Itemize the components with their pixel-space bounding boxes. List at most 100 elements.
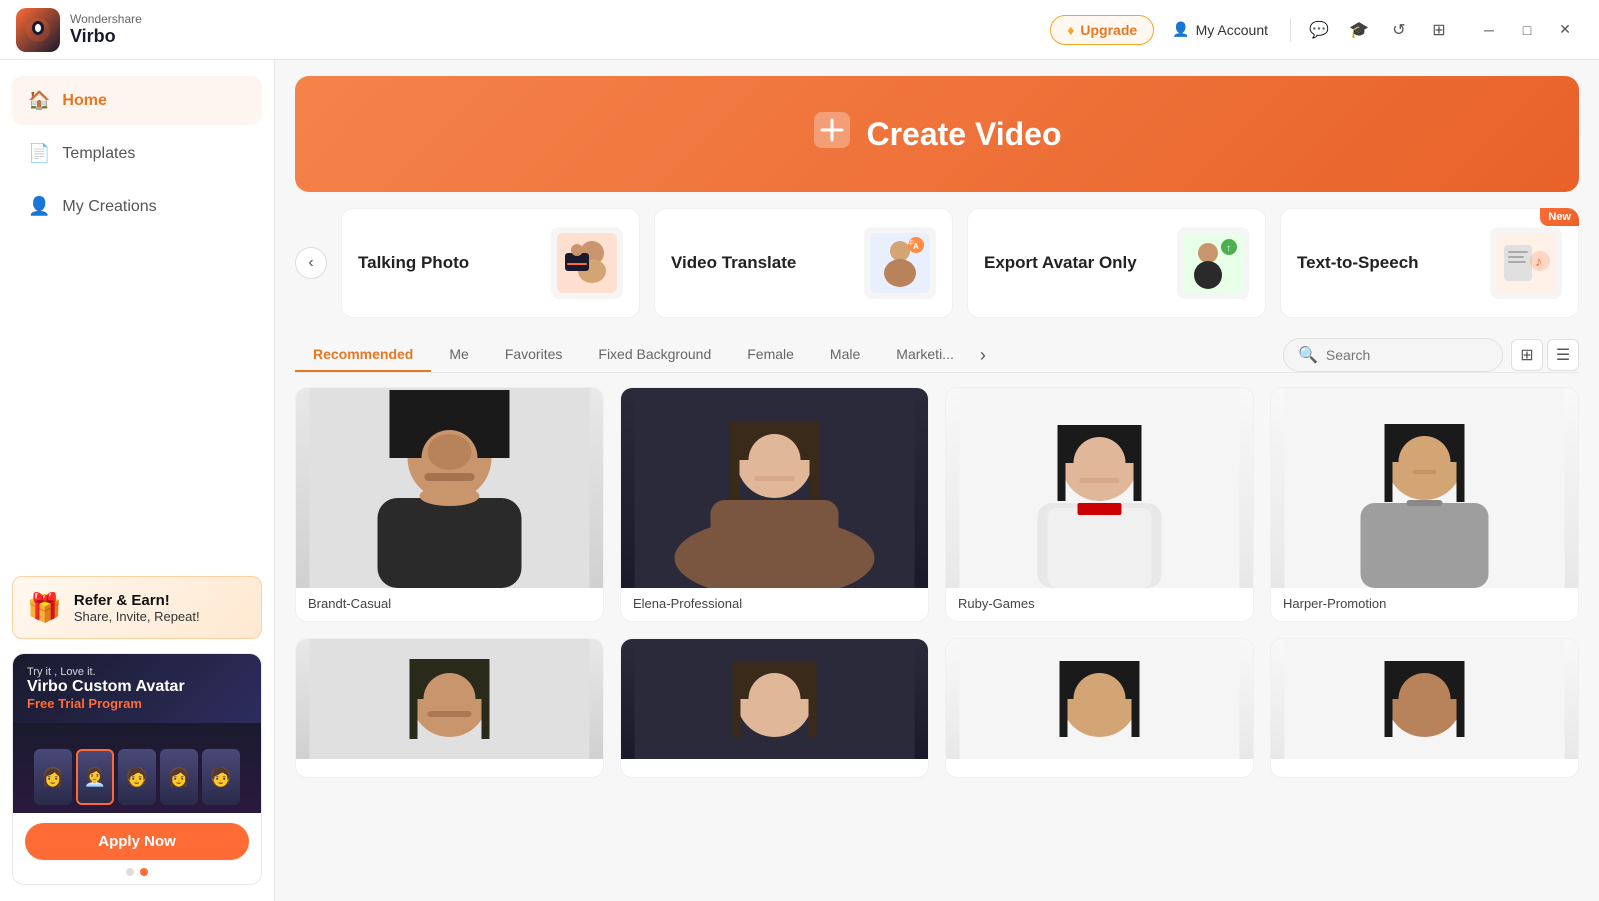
feature-card-talking-photo-text: Talking Photo xyxy=(358,252,539,274)
feature-card-video-translate[interactable]: Video Translate A 中 xyxy=(654,208,953,318)
tab-me-label: Me xyxy=(449,346,468,362)
feature-card-export-avatar-thumb: ↑ xyxy=(1177,227,1249,299)
avatar-img-ruby xyxy=(946,388,1253,588)
refer-earn-subtitle: Share, Invite, Repeat! xyxy=(74,609,200,624)
avatar-name-5 xyxy=(296,759,603,777)
content-area: Create Video ‹ Talking Photo xyxy=(275,60,1599,901)
avatar-card-6[interactable] xyxy=(620,638,929,778)
titlebar: Wondershare Virbo ♦ Upgrade 👤 My Account… xyxy=(0,0,1599,60)
tab-favorites[interactable]: Favorites xyxy=(487,338,581,372)
tab-recommended[interactable]: Recommended xyxy=(295,338,431,372)
sidebar-item-home[interactable]: 🏠 Home xyxy=(12,76,262,125)
logo-name: Virbo xyxy=(70,26,142,48)
promo-title: Virbo Custom Avatar xyxy=(27,678,247,696)
avatar-card-elena[interactable]: Elena-Professional xyxy=(620,387,929,622)
svg-text:♪: ♪ xyxy=(1535,253,1542,269)
tabs-more-button[interactable]: › xyxy=(972,341,994,370)
sidebar: 🏠 Home 📄 Templates 👤 My Creations 🎁 Refe… xyxy=(0,60,275,901)
maximize-button[interactable]: □ xyxy=(1509,14,1545,46)
avatar-name-ruby: Ruby-Games xyxy=(946,588,1253,621)
account-button[interactable]: 👤 My Account xyxy=(1162,15,1278,44)
feature-card-talking-photo-title: Talking Photo xyxy=(358,252,539,274)
promo-dots xyxy=(25,868,249,884)
avatar-img-7 xyxy=(946,639,1253,759)
avatar-card-7[interactable] xyxy=(945,638,1254,778)
feature-card-export-avatar-text: Export Avatar Only xyxy=(984,252,1165,274)
feature-card-text-to-speech-text: Text-to-Speech xyxy=(1297,252,1478,274)
avatar-name-7 xyxy=(946,759,1253,777)
refer-earn-title: Refer & Earn! xyxy=(74,592,200,609)
avatar-img-elena xyxy=(621,388,928,588)
svg-text:↑: ↑ xyxy=(1226,243,1231,254)
tab-male[interactable]: Male xyxy=(812,338,878,372)
account-icon: 👤 xyxy=(1172,21,1189,38)
create-video-banner[interactable]: Create Video xyxy=(295,76,1579,192)
education-icon[interactable]: 🎓 xyxy=(1343,14,1375,46)
view-toggle: ⊞ ☰ xyxy=(1511,339,1579,371)
account-label: My Account xyxy=(1196,22,1268,38)
feature-card-text-to-speech[interactable]: New Text-to-Speech ♪ xyxy=(1280,208,1579,318)
tab-fixed-background[interactable]: Fixed Background xyxy=(580,338,729,372)
avatar-name-6 xyxy=(621,759,928,777)
apply-now-button[interactable]: Apply Now xyxy=(25,823,249,860)
avatar-promo-header: Try it , Love it. Virbo Custom Avatar Fr… xyxy=(13,654,261,723)
crown-icon: ♦ xyxy=(1067,22,1074,38)
avatar-card-5[interactable] xyxy=(295,638,604,778)
avatar-card-ruby[interactable]: Ruby-Games xyxy=(945,387,1254,622)
minimize-button[interactable]: ─ xyxy=(1471,14,1507,46)
history-icon[interactable]: ↺ xyxy=(1383,14,1415,46)
tab-female[interactable]: Female xyxy=(729,338,812,372)
feature-card-talking-photo[interactable]: Talking Photo xyxy=(341,208,640,318)
window-controls: ─ □ ✕ xyxy=(1471,14,1583,46)
feature-cards-row: ‹ Talking Photo xyxy=(295,208,1579,318)
tab-marketing[interactable]: Marketi... xyxy=(878,338,972,372)
gift-icon: 🎁 xyxy=(27,591,62,624)
avatar-thumb-3: 🧑 xyxy=(118,749,156,805)
tab-fixed-bg-label: Fixed Background xyxy=(598,346,711,362)
promo-try-label: Try it , Love it. xyxy=(27,666,247,678)
apply-now-label: Apply Now xyxy=(98,833,176,850)
grid-view-button[interactable]: ⊞ xyxy=(1511,339,1543,371)
my-creations-icon: 👤 xyxy=(28,196,50,217)
carousel-prev-button[interactable]: ‹ xyxy=(295,247,327,279)
avatar-collage: 👩 👩‍💼 🧑 👩 🧑 xyxy=(26,741,248,813)
tab-marketing-label: Marketi... xyxy=(896,346,954,362)
tab-me[interactable]: Me xyxy=(431,338,486,372)
tab-favorites-label: Favorites xyxy=(505,346,563,362)
app-logo: Wondershare Virbo xyxy=(16,8,142,52)
tab-recommended-label: Recommended xyxy=(313,346,413,362)
new-badge: New xyxy=(1540,208,1579,226)
sidebar-item-templates[interactable]: 📄 Templates xyxy=(12,129,262,178)
feature-card-export-avatar[interactable]: Export Avatar Only ↑ xyxy=(967,208,1266,318)
avatar-card-harper[interactable]: Harper-Promotion xyxy=(1270,387,1579,622)
close-button[interactable]: ✕ xyxy=(1547,14,1583,46)
create-video-label: Create Video xyxy=(866,116,1061,153)
templates-icon: 📄 xyxy=(28,143,50,164)
avatar-card-8[interactable] xyxy=(1270,638,1579,778)
upgrade-label: Upgrade xyxy=(1080,22,1137,38)
create-video-icon xyxy=(812,110,852,159)
logo-text: Wondershare Virbo xyxy=(70,12,142,48)
chat-icon[interactable]: 💬 xyxy=(1303,14,1335,46)
avatar-grid: Brandt-Casual Elena- xyxy=(295,387,1579,778)
tab-male-label: Male xyxy=(830,346,860,362)
search-icon: 🔍 xyxy=(1298,345,1318,365)
upgrade-button[interactable]: ♦ Upgrade xyxy=(1050,15,1154,45)
grid-icon[interactable]: ⊞ xyxy=(1423,14,1455,46)
sidebar-item-my-creations[interactable]: 👤 My Creations xyxy=(12,182,262,231)
avatar-card-brandt[interactable]: Brandt-Casual xyxy=(295,387,604,622)
feature-card-video-translate-thumb: A 中 xyxy=(864,227,936,299)
search-input[interactable] xyxy=(1326,347,1488,363)
refer-earn-promo[interactable]: 🎁 Refer & Earn! Share, Invite, Repeat! xyxy=(12,576,262,639)
sidebar-item-templates-label: Templates xyxy=(62,145,135,163)
avatar-name-brandt: Brandt-Casual xyxy=(296,588,603,621)
avatar-promo-card: Try it , Love it. Virbo Custom Avatar Fr… xyxy=(12,653,262,885)
list-view-button[interactable]: ☰ xyxy=(1547,339,1579,371)
avatar-promo-lower: Apply Now xyxy=(13,813,261,884)
feature-card-talking-photo-thumb xyxy=(551,227,623,299)
home-icon: 🏠 xyxy=(28,90,50,111)
avatar-promo-body: 👩 👩‍💼 🧑 👩 🧑 xyxy=(13,723,261,813)
sidebar-item-my-creations-label: My Creations xyxy=(62,198,156,216)
promo-free-trial: Free Trial Program xyxy=(27,696,247,711)
avatar-thumb-2: 👩‍💼 xyxy=(76,749,114,805)
